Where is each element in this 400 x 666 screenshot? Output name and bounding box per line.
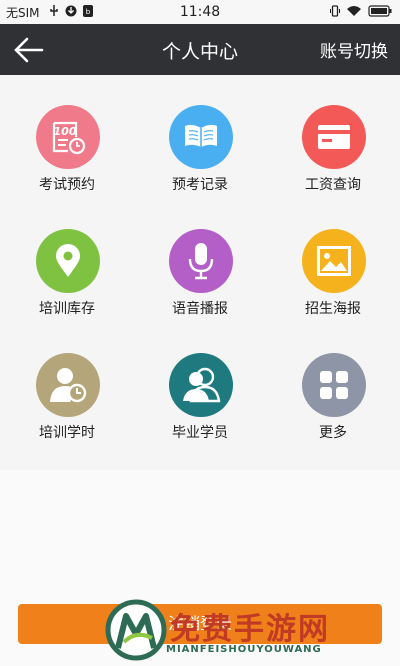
grid-item-training-inventory[interactable]: 培训库存: [0, 199, 134, 323]
users-icon: [169, 353, 233, 417]
watermark-subtext: MIANFEISHOUYOUWANG: [166, 644, 322, 655]
grid-item-more[interactable]: 更多: [266, 323, 400, 447]
book-icon: [169, 105, 233, 169]
battery-icon: [368, 5, 392, 17]
grid-item-voice-broadcast[interactable]: 语音播报: [133, 199, 267, 323]
more-grid-icon: [302, 353, 366, 417]
watermark-text: 免费手游网: [170, 612, 330, 647]
grid-item-label: 考试预约: [39, 177, 95, 193]
grid-item-label: 更多: [319, 425, 347, 441]
user-clock-icon: [36, 353, 100, 417]
app-bar: 个人中心 账号切换: [0, 24, 400, 75]
microphone-icon: [169, 229, 233, 293]
feature-grid: 100 考试预约 预考记录 工资查询 培训库存 语音播报 招生海报 培训学时 毕…: [0, 75, 400, 470]
switch-account-button[interactable]: 账号切换: [320, 37, 388, 62]
card-icon: [302, 105, 366, 169]
status-right-icons: [330, 4, 392, 18]
grid-item-label: 招生海报: [305, 301, 361, 317]
exam-appointment-icon: 100: [36, 105, 100, 169]
picture-icon: [302, 229, 366, 293]
grid-item-label: 预考记录: [172, 177, 228, 193]
location-pin-icon: [36, 229, 100, 293]
grid-item-training-hours[interactable]: 培训学时: [0, 323, 134, 447]
grid-item-label: 培训库存: [39, 301, 95, 317]
grid-item-enrollment-poster[interactable]: 招生海报: [266, 199, 400, 323]
svg-text:100: 100: [54, 125, 77, 138]
grid-item-label: 工资查询: [305, 177, 361, 193]
grid-item-exam-records[interactable]: 预考记录: [133, 75, 267, 199]
grid-item-label: 语音播报: [172, 301, 228, 317]
grid-item-label: 培训学时: [39, 425, 95, 441]
grid-item-label: 毕业学员: [172, 425, 228, 441]
grid-item-graduates[interactable]: 毕业学员: [133, 323, 267, 447]
vibrate-icon: [330, 5, 340, 17]
arrow-left-icon[interactable]: [12, 34, 46, 66]
grid-item-salary-query[interactable]: 工资查询: [266, 75, 400, 199]
grid-item-exam-appointment[interactable]: 100 考试预约: [0, 75, 134, 199]
watermark-logo-icon: [105, 599, 167, 661]
status-bar: 无SIM b 11:48: [0, 0, 400, 24]
wifi-icon: [347, 6, 361, 16]
